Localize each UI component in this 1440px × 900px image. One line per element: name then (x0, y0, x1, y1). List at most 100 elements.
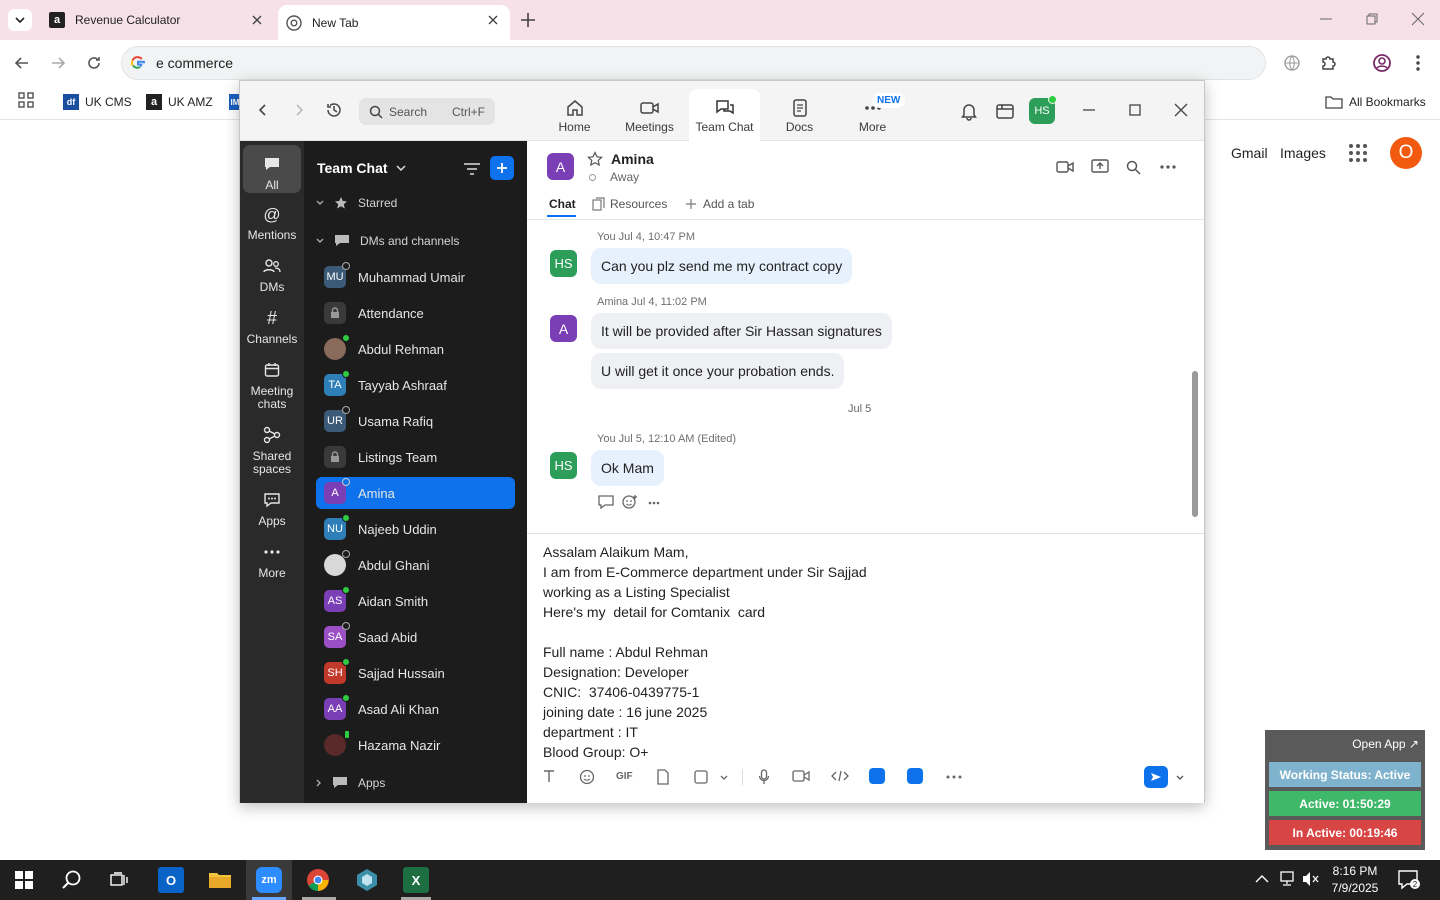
message-avatar[interactable]: HS (550, 452, 577, 479)
google-apps-icon[interactable] (1348, 143, 1368, 163)
all-bookmarks[interactable]: All Bookmarks (1325, 92, 1426, 112)
forward-icon[interactable] (292, 103, 306, 117)
apps-section[interactable]: Apps (316, 776, 385, 790)
apps-grid-icon[interactable] (18, 92, 34, 108)
window-close-icon[interactable] (1410, 11, 1426, 27)
notification-center-icon[interactable]: 2 (1398, 870, 1420, 890)
profile-icon[interactable] (1372, 53, 1392, 73)
sidebar-title-button[interactable]: Team Chat (317, 160, 406, 176)
clock[interactable]: 8:16 PM 7/9/2025 (1325, 863, 1385, 897)
file-explorer-icon[interactable] (207, 867, 233, 893)
search-icon[interactable] (1126, 160, 1141, 175)
app-shortcut-icon[interactable] (869, 768, 885, 784)
minimize-icon[interactable] (1318, 11, 1334, 27)
search-icon[interactable] (61, 869, 83, 891)
tab-new-tab[interactable]: New Tab (278, 5, 510, 40)
contact-item[interactable]: AS Aidan Smith (316, 585, 515, 617)
close-icon[interactable] (250, 13, 264, 27)
rail-meeting-chats[interactable]: Meeting chats (243, 359, 301, 411)
window-close-icon[interactable] (1174, 103, 1188, 117)
minimize-icon[interactable] (1082, 103, 1096, 117)
contact-item-selected[interactable]: A Amina (316, 477, 515, 509)
windows-start-icon[interactable] (15, 871, 33, 889)
excel-icon[interactable]: X (403, 867, 429, 893)
starred-section[interactable]: Starred (316, 196, 397, 210)
rail-all[interactable]: All (243, 145, 301, 193)
contact-item[interactable]: NU Najeeb Uddin (316, 513, 515, 545)
message-avatar[interactable]: HS (550, 250, 577, 277)
tab-add[interactable]: Add a tab (685, 197, 754, 211)
rail-dms[interactable]: DMs (243, 255, 301, 294)
open-app-link[interactable]: Open App ↗ (1352, 737, 1419, 751)
task-view-icon[interactable] (109, 870, 129, 890)
app-shortcut-icon-2[interactable] (907, 768, 923, 784)
extensions-icon[interactable] (1320, 53, 1339, 72)
rail-mentions[interactable]: @ Mentions (243, 203, 301, 242)
tab-chat[interactable]: Chat (549, 197, 576, 211)
bell-icon[interactable] (959, 101, 979, 121)
new-chat-button[interactable] (490, 156, 514, 180)
images-link[interactable]: Images (1280, 145, 1326, 161)
microphone-icon[interactable] (758, 769, 770, 785)
contact-item[interactable]: SH Sajjad Hussain (316, 657, 515, 689)
message-bubble[interactable]: It will be provided after Sir Hassan sig… (591, 313, 892, 349)
whiteboard-icon[interactable] (995, 101, 1015, 121)
message-bubble[interactable]: U will get it once your probation ends. (591, 353, 845, 389)
screenshot-icon[interactable] (693, 769, 709, 785)
back-icon[interactable] (256, 103, 270, 117)
bookmark-uk-cms[interactable]: df UK CMS (63, 92, 132, 112)
contact-name[interactable]: Amina (611, 151, 654, 167)
zoom-app-icon[interactable]: zm (256, 867, 282, 893)
contact-item[interactable]: AA Asad Ali Khan (316, 693, 515, 725)
chevron-up-icon[interactable] (1255, 874, 1269, 884)
reload-icon[interactable] (85, 54, 103, 72)
rail-apps[interactable]: Apps (243, 489, 301, 528)
contact-avatar[interactable]: A (547, 153, 574, 180)
video-call-icon[interactable] (1056, 160, 1074, 174)
forward-icon[interactable] (49, 54, 67, 72)
filter-icon[interactable] (463, 162, 481, 176)
reply-icon[interactable] (598, 495, 614, 510)
star-icon[interactable] (587, 151, 603, 167)
contact-item[interactable]: TA Tayyab Ashraaf (316, 369, 515, 401)
send-button[interactable] (1144, 766, 1168, 788)
message-composer[interactable]: Assalam Alaikum Mam, I am from E-Commerc… (527, 533, 1204, 803)
network-icon[interactable] (1278, 871, 1296, 887)
contact-item[interactable]: Abdul Rehman (316, 333, 515, 365)
rail-channels[interactable]: # Channels (243, 307, 301, 346)
composer-text[interactable]: Assalam Alaikum Mam, I am from E-Commerc… (543, 542, 867, 762)
volume-muted-icon[interactable] (1302, 871, 1320, 887)
scrollbar[interactable] (1192, 371, 1198, 517)
rail-shared-spaces[interactable]: Shared spaces (243, 424, 301, 476)
restore-icon[interactable] (1364, 11, 1380, 27)
more-icon[interactable] (648, 501, 660, 505)
contact-item[interactable]: Attendance (316, 297, 515, 329)
tab-search-button[interactable] (8, 9, 32, 31)
rail-more[interactable]: More (243, 541, 301, 580)
emoji-reaction-icon[interactable] (622, 494, 638, 510)
chevron-down-icon[interactable] (1176, 775, 1184, 780)
back-icon[interactable] (13, 54, 31, 72)
chevron-down-icon[interactable] (720, 775, 728, 780)
contact-item[interactable]: SA Saad Abid (316, 621, 515, 653)
google-account-avatar[interactable]: O (1390, 137, 1422, 169)
nav-meetings[interactable]: Meetings (614, 89, 685, 141)
message-avatar[interactable]: A (550, 315, 577, 342)
more-tools-icon[interactable] (946, 775, 962, 779)
maximize-icon[interactable] (1128, 103, 1142, 117)
contact-item[interactable]: Listings Team (316, 441, 515, 473)
close-icon[interactable] (486, 13, 500, 27)
message-bubble[interactable]: Can you plz send me my contract copy (591, 248, 853, 284)
message-bubble[interactable]: Ok Mam (591, 450, 664, 486)
zoom-search[interactable]: Search Ctrl+F (359, 98, 495, 125)
dms-channels-section[interactable]: DMs and channels (316, 234, 459, 248)
contact-item[interactable]: Abdul Ghani (316, 549, 515, 581)
history-icon[interactable] (325, 101, 343, 119)
text-format-icon[interactable] (542, 769, 556, 783)
nav-home[interactable]: Home (539, 89, 610, 141)
gmail-link[interactable]: Gmail (1231, 145, 1268, 161)
app-icon[interactable] (354, 867, 380, 893)
new-tab-icon[interactable] (518, 10, 538, 30)
emoji-icon[interactable] (579, 769, 595, 785)
nav-docs[interactable]: Docs (764, 89, 835, 141)
